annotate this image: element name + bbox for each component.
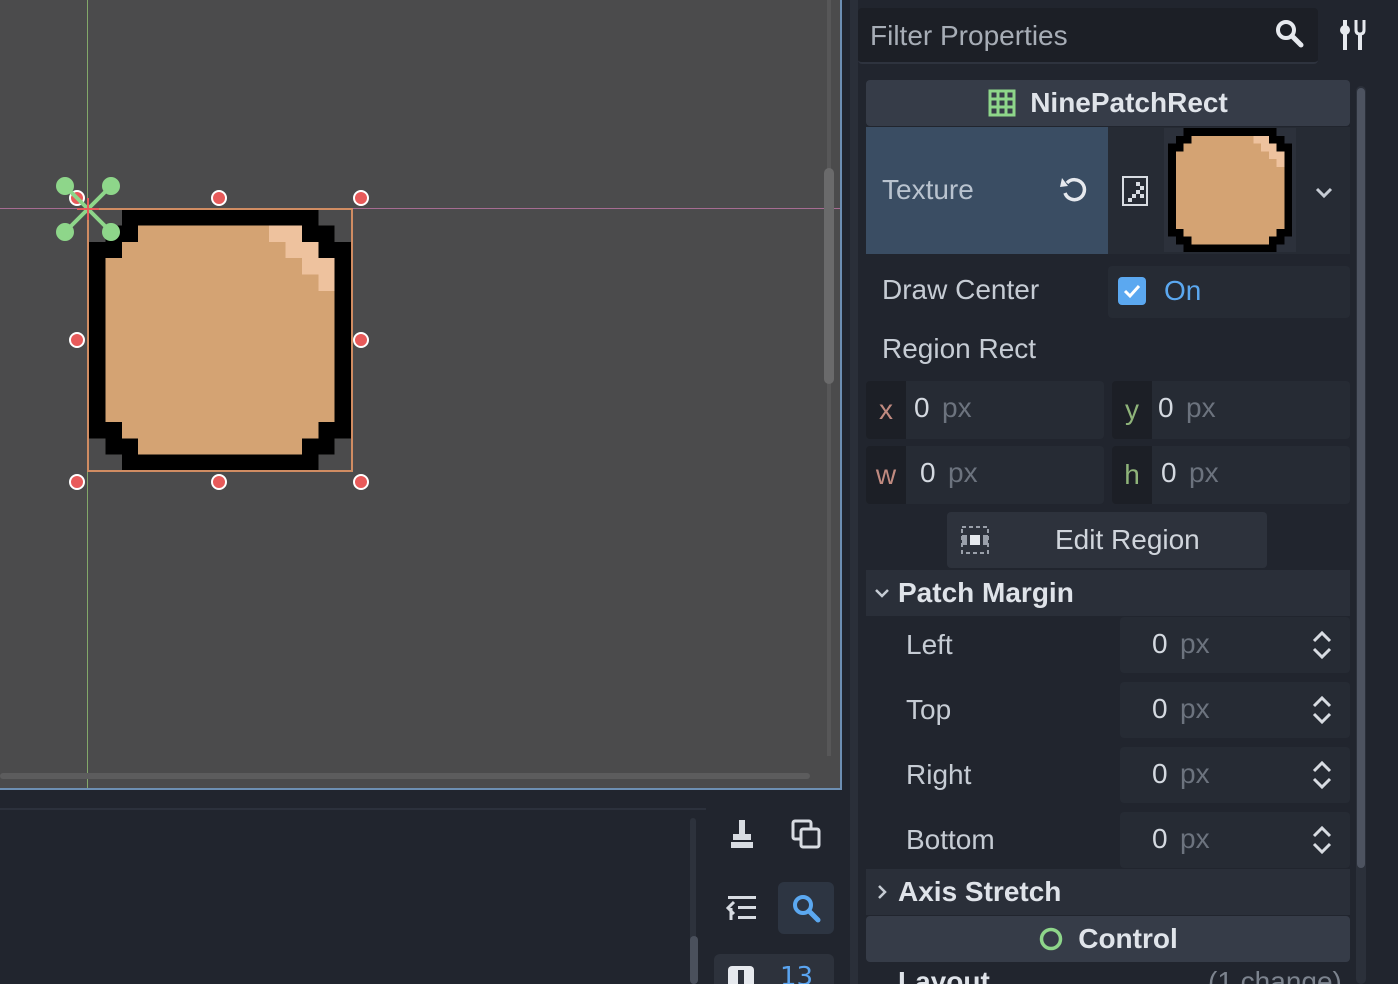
region-w-field[interactable]: w 0 px	[866, 446, 1104, 504]
spinner-arrows-icon[interactable]	[1310, 824, 1334, 856]
layout-group[interactable]: Layout (1 change)	[866, 964, 1350, 984]
region-y-value: 0	[1158, 392, 1174, 423]
layout-changes-count: (1 change)	[1208, 966, 1342, 984]
draw-center-checkbox[interactable]	[1118, 277, 1146, 305]
region-h-field[interactable]: h 0 px	[1112, 446, 1350, 504]
spinner-arrows-icon[interactable]	[1310, 629, 1334, 661]
draw-center-value: On	[1164, 275, 1202, 306]
control-section-header: Control	[866, 916, 1350, 962]
filter-properties-input[interactable]	[870, 16, 1260, 56]
margin-top-field[interactable]: 0 px	[1120, 682, 1350, 738]
draw-center-label: Draw Center	[882, 274, 1040, 305]
margin-left-field[interactable]: 0 px	[1120, 617, 1350, 673]
copy-output-button[interactable]	[778, 808, 834, 860]
patch-margin-group[interactable]: Patch Margin	[866, 570, 1350, 616]
viewport-horizontal-scrollbar[interactable]	[0, 773, 810, 779]
search-icon	[793, 895, 821, 923]
spinner-arrows-icon[interactable]	[1310, 694, 1334, 726]
edit-region-label: Edit Region	[1055, 524, 1200, 555]
region-edit-icon	[961, 526, 989, 554]
h-axis-tag: h	[1112, 446, 1152, 504]
texture-label: Texture	[882, 174, 974, 205]
region-y-field[interactable]: y 0 px	[1112, 381, 1350, 439]
margin-bottom-value: 0	[1152, 823, 1168, 854]
clear-output-button[interactable]	[714, 808, 770, 860]
region-x-unit: px	[942, 392, 972, 423]
chevron-right-icon	[878, 885, 887, 899]
filter-properties-box[interactable]	[858, 8, 1318, 64]
output-scrollbar[interactable]	[690, 936, 698, 984]
search-output-button[interactable]	[778, 882, 834, 934]
resize-handle-right[interactable]	[353, 332, 369, 348]
region-x-field[interactable]: x 0 px	[866, 381, 1104, 439]
section-title: NinePatchRect	[1030, 87, 1228, 118]
margin-top-label: Top	[906, 694, 952, 725]
texture-preview-frame[interactable]	[1164, 128, 1296, 252]
margin-right-field[interactable]: 0 px	[1120, 747, 1350, 803]
copy-icon	[791, 819, 821, 849]
region-rect-label: Region Rect	[882, 333, 1037, 364]
region-h-value: 0	[1161, 457, 1177, 488]
region-h-unit: px	[1189, 457, 1219, 488]
collapse-output-button[interactable]	[714, 882, 770, 934]
region-y-unit: px	[1186, 392, 1216, 423]
w-axis-tag: w	[866, 446, 906, 504]
chevron-down-icon	[875, 589, 889, 598]
resize-handle-top-right[interactable]	[353, 190, 369, 206]
region-w-value: 0	[920, 457, 936, 488]
margin-bottom-label: Bottom	[906, 824, 995, 855]
texture-type-icon	[1122, 176, 1148, 206]
margin-left-value: 0	[1152, 628, 1168, 659]
x-axis-tag: x	[866, 381, 906, 439]
viewport-vertical-scrollbar[interactable]	[824, 168, 834, 384]
warning-icon	[728, 966, 754, 984]
revert-icon[interactable]	[1058, 174, 1090, 206]
resize-handle-left[interactable]	[69, 332, 85, 348]
control-circle-icon	[1039, 927, 1063, 951]
margin-right-unit: px	[1180, 758, 1210, 789]
region-x-value: 0	[914, 392, 930, 423]
property-tools-icon[interactable]	[1338, 18, 1368, 52]
broom-icon	[731, 820, 753, 848]
margin-top-value: 0	[1152, 693, 1168, 724]
checkmark-icon	[1123, 284, 1141, 299]
message-filter-badge[interactable]	[714, 954, 834, 984]
anchor-pivot-icon[interactable]	[55, 176, 121, 242]
margin-bottom-unit: px	[1180, 823, 1210, 854]
message-count: 13	[780, 962, 814, 984]
search-icon[interactable]	[1274, 18, 1304, 48]
resize-handle-bottom-right[interactable]	[353, 474, 369, 490]
output-panel[interactable]	[0, 808, 706, 984]
canvas-viewport[interactable]	[0, 0, 842, 790]
inspector-scrollbar[interactable]	[1357, 88, 1365, 868]
margin-right-value: 0	[1152, 758, 1168, 789]
margin-bottom-field[interactable]: 0 px	[1120, 812, 1350, 868]
patch-margin-label: Patch Margin	[898, 577, 1074, 608]
axis-stretch-group[interactable]: Axis Stretch	[866, 869, 1350, 915]
margin-right-label: Right	[906, 759, 972, 790]
region-w-unit: px	[948, 457, 978, 488]
axis-stretch-label: Axis Stretch	[898, 876, 1062, 907]
margin-left-unit: px	[1180, 628, 1210, 659]
ninepatch-grid-icon	[988, 89, 1016, 117]
texture-preview-image	[1168, 128, 1292, 252]
margin-top-unit: px	[1180, 693, 1210, 724]
resize-handle-bottom[interactable]	[211, 474, 227, 490]
spinner-arrows-icon[interactable]	[1310, 759, 1334, 791]
resize-handle-top[interactable]	[211, 190, 227, 206]
selection-rect[interactable]	[87, 208, 353, 472]
ninepatchrect-section-header: NinePatchRect	[866, 80, 1350, 126]
margin-left-label: Left	[906, 629, 953, 660]
control-label: Control	[1078, 923, 1178, 954]
layout-label: Layout	[898, 966, 990, 984]
chevron-down-icon[interactable]	[1312, 180, 1336, 204]
inspector-divider[interactable]	[850, 0, 858, 984]
edit-region-button[interactable]: Edit Region	[947, 512, 1267, 568]
indent-icon	[726, 896, 756, 920]
y-axis-tag: y	[1112, 381, 1152, 439]
resize-handle-bottom-left[interactable]	[69, 474, 85, 490]
